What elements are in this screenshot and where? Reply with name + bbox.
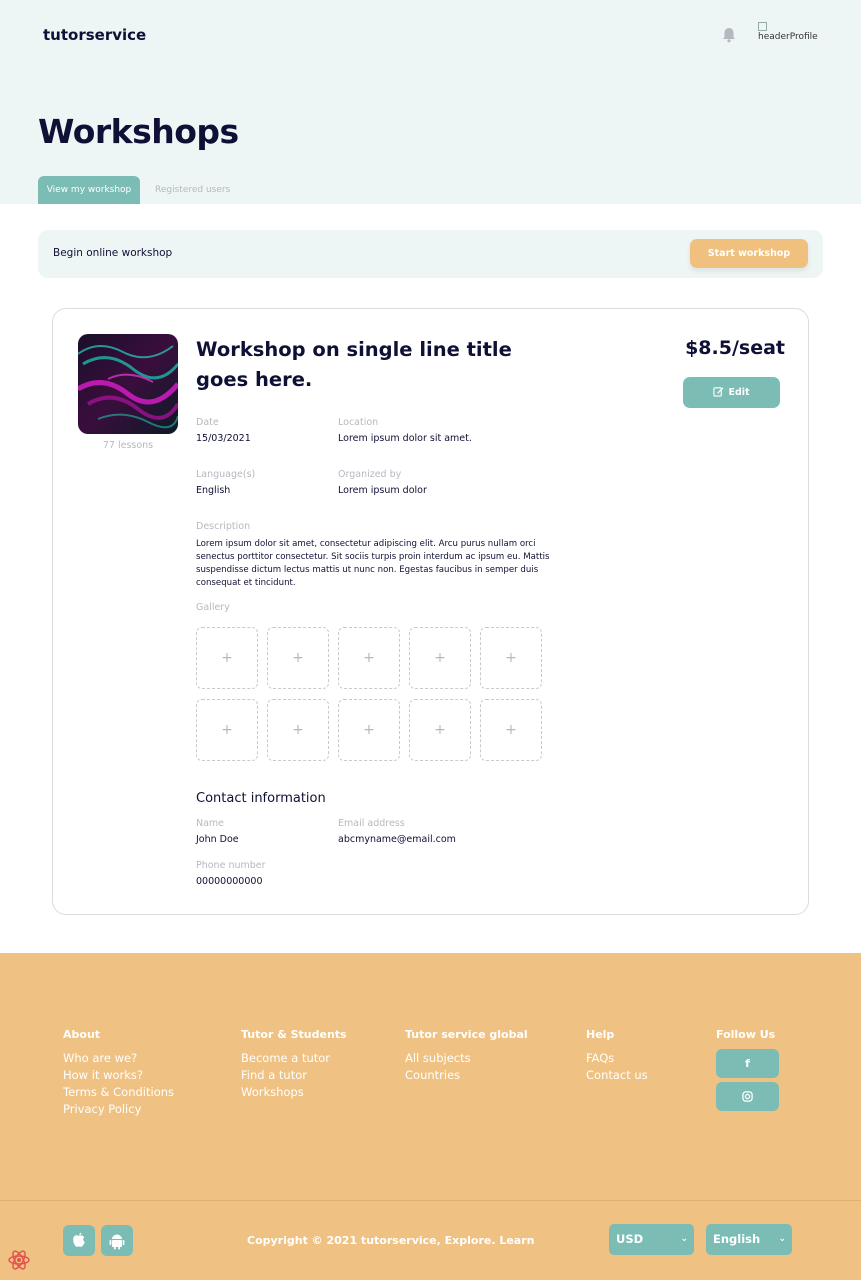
description-text: Lorem ipsum dolor sit amet, consectetur … bbox=[196, 539, 550, 588]
gallery-add-slot[interactable]: + bbox=[267, 699, 329, 761]
footer-heading-about: About bbox=[63, 1028, 101, 1041]
gallery-add-slot[interactable]: + bbox=[338, 627, 400, 689]
contact-email-value: abcmyname@email.com bbox=[338, 834, 456, 845]
currency-select[interactable]: USD ⌄ bbox=[609, 1224, 694, 1255]
footer-link-who-are-we[interactable]: Who are we? bbox=[63, 1051, 137, 1065]
gallery-grid: + + + + + + + + + + bbox=[196, 627, 546, 765]
footer-link-privacy[interactable]: Privacy Policy bbox=[63, 1102, 141, 1116]
workshop-title: Workshop on single line title goes here. bbox=[196, 338, 512, 391]
contact-phone-label: Phone number bbox=[196, 860, 266, 871]
footer-heading-global: Tutor service global bbox=[405, 1028, 528, 1041]
footer-link-become-tutor[interactable]: Become a tutor bbox=[241, 1051, 330, 1065]
footer-link-faqs[interactable]: FAQs bbox=[586, 1051, 614, 1065]
date-label: Date bbox=[196, 417, 219, 428]
gallery-add-slot[interactable]: + bbox=[480, 627, 542, 689]
facebook-icon: f bbox=[745, 1057, 750, 1070]
app-store-button[interactable] bbox=[63, 1225, 95, 1256]
profile-alt-text: headerProfile bbox=[758, 32, 818, 42]
contact-name-value: John Doe bbox=[196, 834, 239, 845]
footer-divider bbox=[0, 1200, 861, 1201]
chevron-down-icon: ⌄ bbox=[778, 1234, 786, 1244]
gallery-add-slot[interactable]: + bbox=[480, 699, 542, 761]
location-value: Lorem ipsum dolor sit amet. bbox=[338, 433, 472, 444]
footer-link-workshops[interactable]: Workshops bbox=[241, 1085, 304, 1099]
header-profile-avatar[interactable]: headerProfile bbox=[758, 22, 828, 46]
workshop-card: 77 lessons Workshop on single line title… bbox=[52, 308, 809, 915]
google-play-button[interactable] bbox=[101, 1225, 133, 1256]
gallery-add-slot[interactable]: + bbox=[409, 699, 471, 761]
facebook-button[interactable]: f bbox=[716, 1049, 779, 1078]
bell-icon[interactable] bbox=[720, 26, 738, 44]
begin-workshop-text: Begin online workshop bbox=[53, 247, 173, 259]
tab-registered-users[interactable]: Registered users bbox=[145, 176, 240, 204]
footer-link-how-it-works[interactable]: How it works? bbox=[63, 1068, 143, 1082]
language-value: English bbox=[196, 485, 231, 496]
gallery-add-slot[interactable]: + bbox=[409, 627, 471, 689]
instagram-button[interactable] bbox=[716, 1082, 779, 1111]
contact-heading: Contact information bbox=[196, 791, 326, 806]
contact-name-label: Name bbox=[196, 818, 225, 829]
footer-link-find-tutor[interactable]: Find a tutor bbox=[241, 1068, 307, 1082]
chevron-down-icon: ⌄ bbox=[680, 1234, 688, 1244]
contact-phone-value: 00000000000 bbox=[196, 876, 263, 887]
date-value: 15/03/2021 bbox=[196, 433, 251, 444]
begin-workshop-bar: Begin online workshop Start workshop bbox=[38, 230, 823, 278]
instagram-icon bbox=[742, 1090, 753, 1103]
footer-link-all-subjects[interactable]: All subjects bbox=[405, 1051, 471, 1065]
gallery-add-slot[interactable]: + bbox=[338, 699, 400, 761]
contact-email-label: Email address bbox=[338, 818, 405, 829]
apple-icon bbox=[73, 1232, 85, 1247]
gallery-add-slot[interactable]: + bbox=[267, 627, 329, 689]
description-label: Description bbox=[196, 521, 251, 532]
footer-heading-tutor-students: Tutor & Students bbox=[241, 1028, 347, 1041]
footer: About Who are we? How it works? Terms & … bbox=[0, 953, 861, 1280]
footer-link-contact-us[interactable]: Contact us bbox=[586, 1068, 648, 1082]
tab-view-my-workshop[interactable]: View my workshop bbox=[38, 176, 140, 204]
footer-link-terms[interactable]: Terms & Conditions bbox=[63, 1085, 174, 1099]
language-select[interactable]: English ⌄ bbox=[706, 1224, 792, 1255]
lessons-count: 77 lessons bbox=[102, 440, 154, 451]
gallery-add-slot[interactable]: + bbox=[196, 699, 258, 761]
brand-logo[interactable]: tutorservice bbox=[43, 26, 146, 44]
organizer-label: Organized by bbox=[338, 469, 402, 480]
gallery-label: Gallery bbox=[196, 602, 230, 613]
react-devtools-icon[interactable] bbox=[7, 1248, 31, 1272]
footer-link-countries[interactable]: Countries bbox=[405, 1068, 460, 1082]
footer-heading-help: Help bbox=[586, 1028, 615, 1041]
footer-heading-follow-us: Follow Us bbox=[716, 1028, 776, 1041]
currency-value: USD bbox=[616, 1232, 644, 1246]
edit-button[interactable]: Edit bbox=[683, 377, 780, 408]
language-value: English bbox=[713, 1232, 761, 1246]
android-icon bbox=[109, 1234, 125, 1250]
broken-image-icon bbox=[758, 22, 767, 31]
workshop-price: $8.5/seat bbox=[685, 337, 785, 359]
page-title: Workshops bbox=[38, 112, 239, 151]
start-workshop-button[interactable]: Start workshop bbox=[690, 239, 808, 268]
workshop-thumbnail bbox=[78, 334, 178, 434]
language-label: Language(s) bbox=[196, 469, 256, 480]
gallery-add-slot[interactable]: + bbox=[196, 627, 258, 689]
edit-button-label: Edit bbox=[728, 387, 750, 398]
organizer-value: Lorem ipsum dolor bbox=[338, 485, 427, 496]
copyright-text: Copyright © 2021 tutorservice, Explore. … bbox=[247, 1234, 535, 1247]
edit-icon bbox=[713, 387, 724, 397]
location-label: Location bbox=[338, 417, 379, 428]
hero-section: tutorservice headerProfile Workshops Vie… bbox=[0, 0, 861, 204]
